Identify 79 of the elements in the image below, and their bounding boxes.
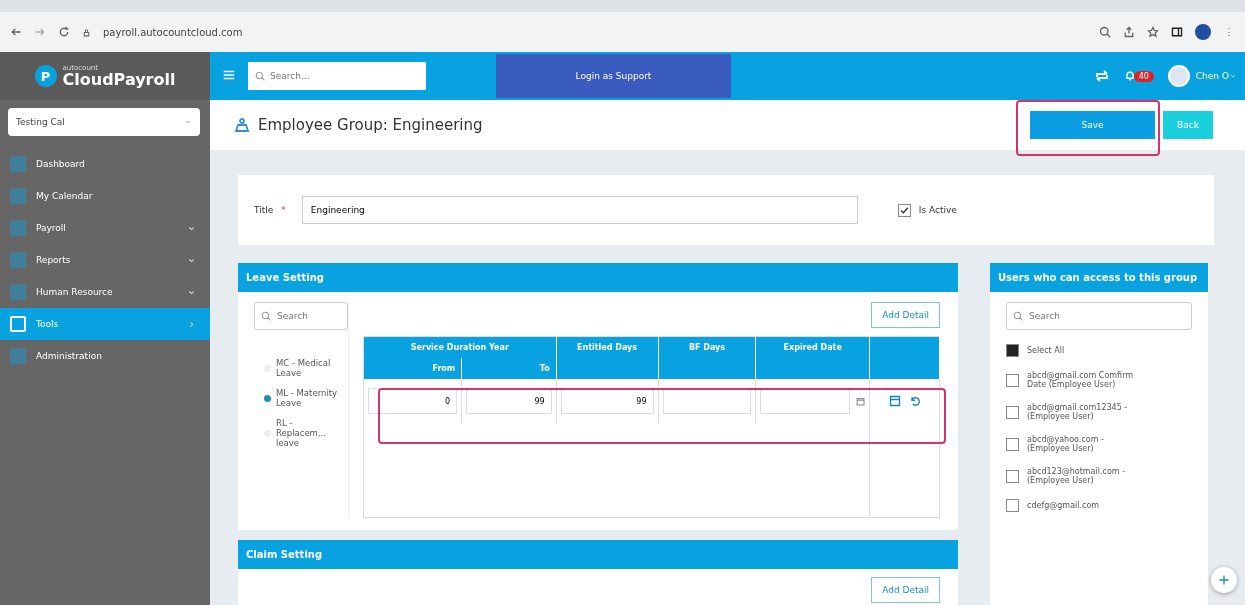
add-button[interactable]	[1211, 567, 1237, 593]
address-bar-url[interactable]: payroll.autocountcloud.com	[103, 26, 1087, 38]
menu-item-icon	[10, 252, 26, 268]
menu-item-icon	[10, 316, 26, 332]
sidebar-item[interactable]: My Calendar	[0, 180, 210, 212]
share-icon	[1123, 26, 1135, 38]
caret-icon	[184, 118, 192, 126]
forward-icon	[34, 26, 46, 38]
chevron-icon	[187, 319, 196, 329]
search-icon	[261, 311, 271, 321]
to-field[interactable]: 99	[466, 388, 552, 415]
column-header: BF Days	[658, 336, 756, 379]
checkbox[interactable]	[1006, 437, 1019, 451]
caret-icon	[1229, 72, 1237, 80]
menu-item-icon	[10, 284, 26, 300]
leave-type-item[interactable]: MC - Medical Leave	[264, 358, 340, 378]
add-detail-button[interactable]: Add Detail	[871, 302, 940, 328]
sidebar-item[interactable]: Payroll	[0, 212, 210, 244]
user-option[interactable]: abcd@gmail.com12345 - (Employee User)	[1006, 403, 1192, 421]
page-title: Employee Group: Engineering	[258, 116, 484, 134]
add-detail-button[interactable]: Add Detail	[871, 577, 940, 603]
company-select[interactable]: Testing Cal	[8, 108, 200, 136]
panel-title: Leave Setting	[238, 263, 958, 292]
user-option[interactable]: abcd@gmail.com Comfirm Date (Employee User)	[1006, 371, 1192, 389]
sync-icon	[1093, 68, 1110, 84]
menu-item-icon	[10, 348, 26, 364]
sidebar-icon	[1171, 26, 1183, 38]
checkbox[interactable]	[1006, 344, 1019, 357]
checkbox[interactable]	[1006, 405, 1019, 419]
profile-avatar-icon[interactable]	[1195, 24, 1211, 40]
column-header: Service Duration Year	[363, 336, 557, 358]
leave-type-item[interactable]: RL - Replacem... leave	[264, 418, 340, 448]
checkbox[interactable]	[1006, 499, 1019, 512]
checkbox[interactable]	[1006, 469, 1019, 483]
menu-item-icon	[10, 188, 26, 204]
user-search-field[interactable]: Search	[1006, 302, 1192, 330]
from-field[interactable]: 0	[368, 388, 458, 415]
title-field[interactable]: Engineering	[301, 196, 858, 224]
leave-search-field[interactable]: Search	[254, 302, 348, 330]
sidebar-item[interactable]: Human Resource	[0, 276, 210, 308]
entitled-days-field[interactable]: 99	[560, 388, 654, 415]
select-all-option[interactable]: Select All	[1006, 344, 1192, 357]
calendar-icon	[855, 395, 865, 407]
search-field[interactable]: Search...	[248, 62, 426, 90]
sidebar-item[interactable]: Administration	[0, 340, 210, 372]
sidebar-item[interactable]: Dashboard	[0, 148, 210, 180]
panel-title: Users who can access to this group	[990, 263, 1208, 292]
panel-title: Claim Setting	[238, 540, 958, 569]
search-icon	[255, 71, 265, 81]
save-icon	[888, 395, 901, 408]
search-icon	[1013, 311, 1023, 321]
group-icon	[234, 117, 250, 133]
user-option[interactable]: abcd@yahoo.com - (Employee User)	[1006, 435, 1192, 453]
bf-days-field[interactable]	[662, 388, 752, 415]
user-option[interactable]: abcd123@hotmail.com - (Employee User)	[1006, 467, 1192, 485]
lock-icon	[82, 27, 91, 37]
user-option[interactable]: cdefg@gmail.com	[1006, 499, 1192, 512]
active-label: Is Active	[918, 205, 957, 215]
checkbox[interactable]	[1006, 373, 1019, 387]
leave-type-item[interactable]: ML - Maternity Leave	[264, 388, 340, 408]
required-mark: *	[281, 205, 286, 215]
back-icon	[10, 26, 22, 38]
menu-item-icon	[10, 156, 26, 172]
active-checkbox[interactable]	[897, 203, 911, 217]
star-icon	[1147, 26, 1159, 38]
title-label: Title	[254, 205, 274, 215]
undo-icon	[908, 395, 921, 408]
sidebar-item[interactable]: Reports	[0, 244, 210, 276]
menu-item-icon	[10, 220, 26, 236]
reload-icon	[58, 26, 70, 38]
login-support-button[interactable]: Login as Support	[496, 54, 731, 98]
user-avatar[interactable]	[1167, 65, 1190, 87]
plus-icon	[1218, 574, 1230, 586]
bell-icon	[1123, 70, 1136, 82]
notification-badge: 40	[1133, 70, 1154, 82]
expired-date-field[interactable]	[760, 388, 850, 415]
column-header: Expired Date	[755, 336, 870, 379]
column-header: Entitled Days	[556, 336, 658, 379]
search-icon	[1099, 26, 1111, 38]
